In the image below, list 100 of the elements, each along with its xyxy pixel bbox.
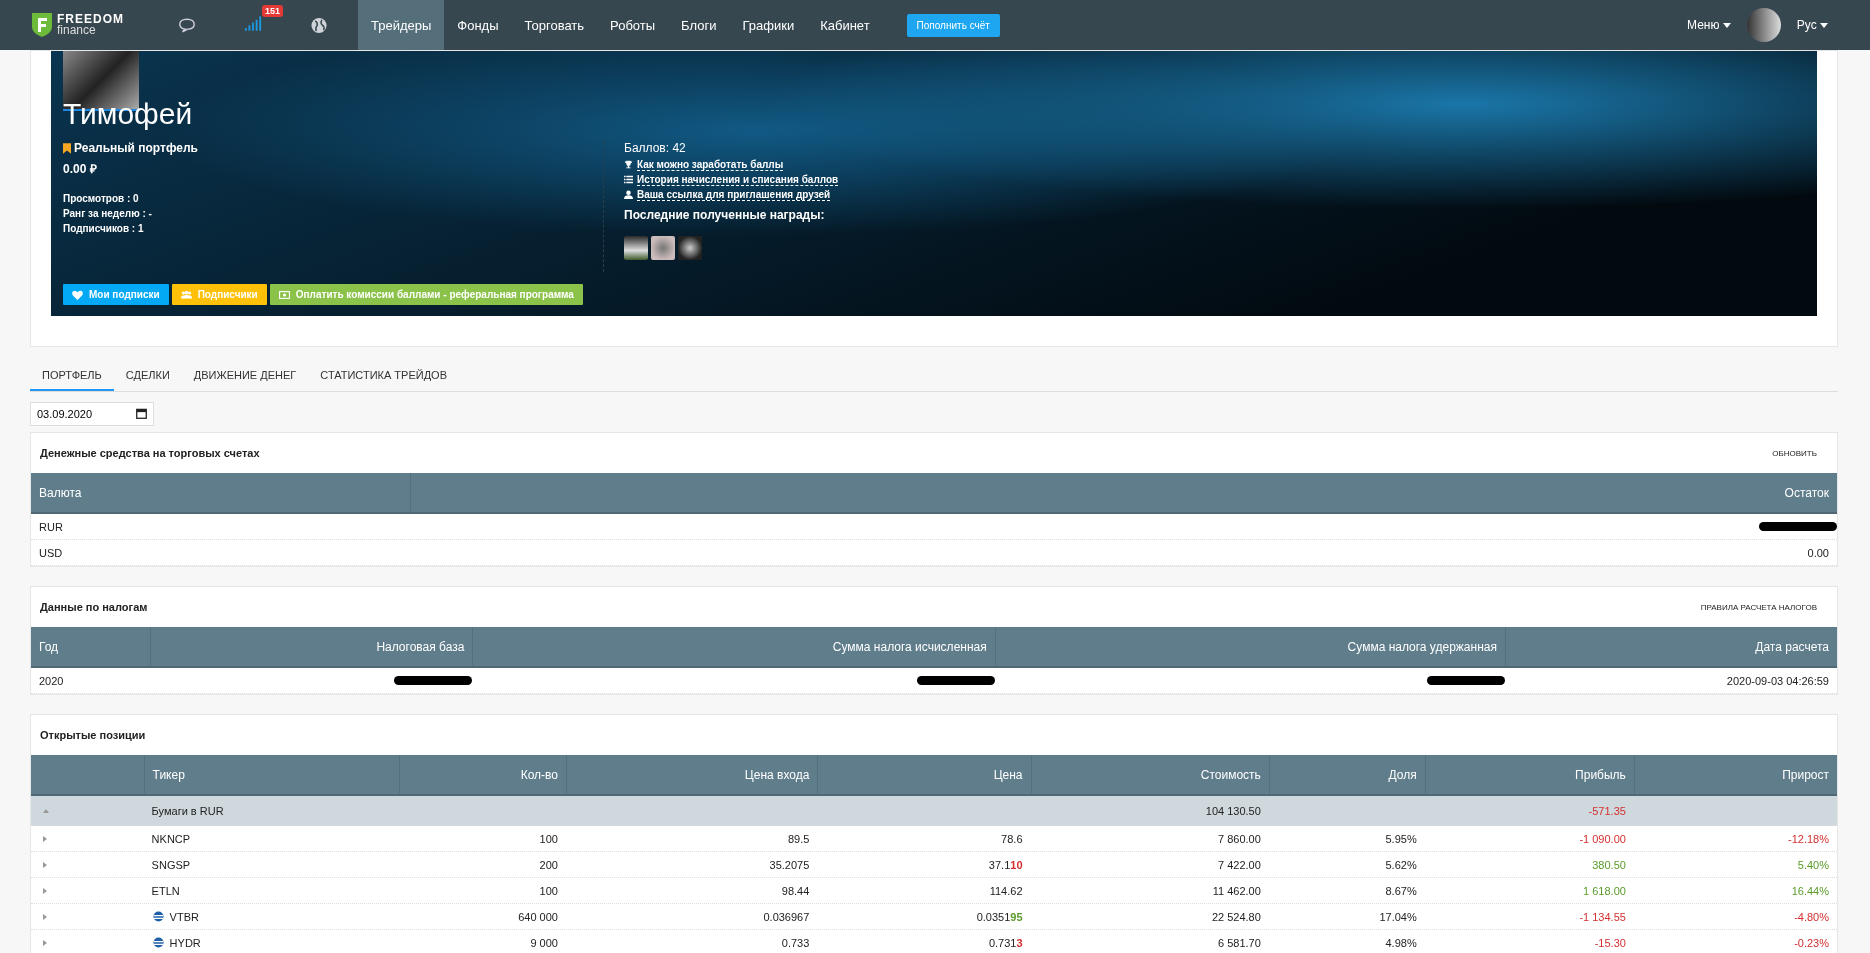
table-cell-text: -1 134.55 <box>1578 909 1627 925</box>
trophy-icon <box>624 160 633 169</box>
column-header: Остаток <box>410 473 1837 512</box>
tax-rules-link[interactable]: ПРАВИЛА РАСЧЕТА НАЛОГОВ <box>1700 602 1817 612</box>
logo-subtext: finance <box>57 25 97 36</box>
banknote-icon <box>278 289 290 300</box>
nav-tab[interactable]: Трейдеры <box>358 0 445 50</box>
award-thumbnail[interactable] <box>678 236 702 260</box>
avatar-circle[interactable] <box>1746 8 1781 42</box>
ticker[interactable]: HYDR <box>169 936 201 949</box>
language-dropdown[interactable]: Рус <box>1790 17 1834 33</box>
caret-icon[interactable] <box>1722 23 1731 29</box>
table-cell-text: 35.2075 <box>768 857 811 873</box>
section-tab[interactable]: ДВИЖЕНИЕ ДЕНЕГ <box>181 359 309 391</box>
column-header: Тикер <box>143 755 400 794</box>
points-link[interactable]: Ваша ссылка для приглашения друзей <box>637 188 831 201</box>
portfolio-balance: 0.00 ₽ <box>63 161 98 177</box>
panel-title: Данные по налогам <box>40 601 148 613</box>
table-cell-text: -15.30 <box>1593 935 1627 951</box>
column-header: Стоимость <box>1030 755 1269 794</box>
table-cell-text: 78.6 <box>1000 831 1024 847</box>
group-label: Бумаги в RUR <box>150 803 225 819</box>
profile-stat: Ранг за неделю : - <box>63 207 153 221</box>
nav-tab[interactable]: Роботы <box>597 0 669 50</box>
table-cell-text: 4.98% <box>1384 935 1418 951</box>
table-cell-text: -4.80% <box>1793 909 1830 925</box>
table-cell-text: -1 090.00 <box>1578 831 1627 847</box>
date-field[interactable]: 03.09.2020 <box>30 402 154 426</box>
table-cell-text: 2020 <box>38 673 65 689</box>
table-cell-text: 89.5 <box>786 831 811 847</box>
bookmark-icon <box>63 142 71 154</box>
nav-tab[interactable]: Торговать <box>511 0 598 50</box>
award-thumbnail[interactable] <box>624 236 648 260</box>
table-cell-text: 380.50 <box>1591 857 1627 873</box>
column-header: Кол-во <box>399 755 566 794</box>
logo-icon[interactable] <box>32 13 52 37</box>
caret-icon[interactable] <box>1820 23 1828 29</box>
table-cell-text: 1 618.00 <box>1582 883 1627 899</box>
refresh-link[interactable]: ОБНОВИТЬ <box>1772 448 1817 458</box>
users-icon <box>180 289 192 300</box>
chat-bubble-icon[interactable] <box>178 16 196 34</box>
expand-arrow-icon[interactable] <box>43 887 47 894</box>
table-cell-text: 37.110 <box>987 857 1024 873</box>
table-cell-text: 9 000 <box>529 935 559 951</box>
section-tab[interactable]: ПОРТФЕЛЬ <box>30 359 114 391</box>
user-icon <box>624 190 633 199</box>
expand-arrow-icon[interactable] <box>43 861 47 868</box>
table-cell-text: 100 <box>538 883 559 899</box>
signal-bars-icon[interactable] <box>244 14 262 32</box>
table-cell-text: 6 581.70 <box>1217 935 1262 951</box>
table-cell-text: 7 422.00 <box>1217 857 1262 873</box>
award-thumbnail[interactable] <box>651 236 675 260</box>
column-header: Валюта <box>38 484 83 502</box>
ticker[interactable]: NKNCP <box>151 832 191 845</box>
ticker[interactable]: ETLN <box>151 884 180 897</box>
menu-dropdown[interactable]: Меню <box>1681 17 1737 33</box>
list-icon <box>624 175 633 184</box>
column-header: Год <box>38 638 60 656</box>
profile-name: Тимофей <box>63 97 194 131</box>
expand-arrow-icon[interactable] <box>43 913 47 920</box>
calendar-icon[interactable] <box>136 408 147 419</box>
notification-badge: 151 <box>262 4 284 17</box>
globe-icon[interactable] <box>310 16 328 34</box>
table-cell-text: -12.18% <box>1787 831 1830 847</box>
nav-tab[interactable]: Кабинет <box>807 0 883 50</box>
table-cell-text: 0.733 <box>780 935 811 951</box>
awards-title: Последние полученные награды: <box>624 208 826 222</box>
table-cell-text: 640 000 <box>517 909 559 925</box>
table-cell-text: 0.035195 <box>975 909 1024 925</box>
section-tab[interactable]: СТАТИСТИКА ТРЕЙДОВ <box>308 359 459 391</box>
portfolio-label: Реальный портфель <box>74 141 198 155</box>
column-header: Цена входа <box>565 755 818 794</box>
expand-arrow-icon[interactable] <box>43 835 47 842</box>
nav-tab[interactable]: Фонды <box>444 0 512 50</box>
expand-arrow-icon[interactable] <box>43 939 47 946</box>
table-cell-text: USD <box>38 545 64 561</box>
table-cell-text: 104 130.50 <box>1204 803 1262 819</box>
table-cell-text: 200 <box>538 857 559 873</box>
table-cell-text: -571.35 <box>1587 803 1627 819</box>
heart-icon <box>72 289 83 300</box>
table-cell-text: 16.44% <box>1790 883 1830 899</box>
group-row[interactable]: Бумаги в RUR 104 130.50 -571.35 <box>31 796 1837 826</box>
column-header: Прибыль <box>1424 755 1634 794</box>
table-cell-text: RUR <box>38 519 64 535</box>
ticker[interactable]: VTBR <box>169 910 199 923</box>
table-cell-text: 7 860.00 <box>1217 831 1262 847</box>
nav-tab[interactable]: Графики <box>729 0 808 50</box>
panel-title: Открытые позиции <box>40 729 146 741</box>
column-header: Сумма налога исчисленная <box>472 627 995 666</box>
points-link[interactable]: История начисления и списания баллов <box>637 173 839 186</box>
column-header: Прирост <box>1633 755 1837 794</box>
column-header: Цена <box>817 755 1031 794</box>
table-cell-text: -0.23% <box>1793 935 1830 951</box>
section-tab[interactable]: СДЕЛКИ <box>113 359 182 391</box>
ticker[interactable]: SNGSP <box>151 858 191 871</box>
column-header: Налоговая база <box>150 627 473 666</box>
points-link[interactable]: Как можно заработать баллы <box>637 158 784 171</box>
nav-tab[interactable]: Блоги <box>668 0 730 50</box>
table-cell-text: 8.67% <box>1384 883 1418 899</box>
table-cell-text: 5.40% <box>1796 857 1830 873</box>
